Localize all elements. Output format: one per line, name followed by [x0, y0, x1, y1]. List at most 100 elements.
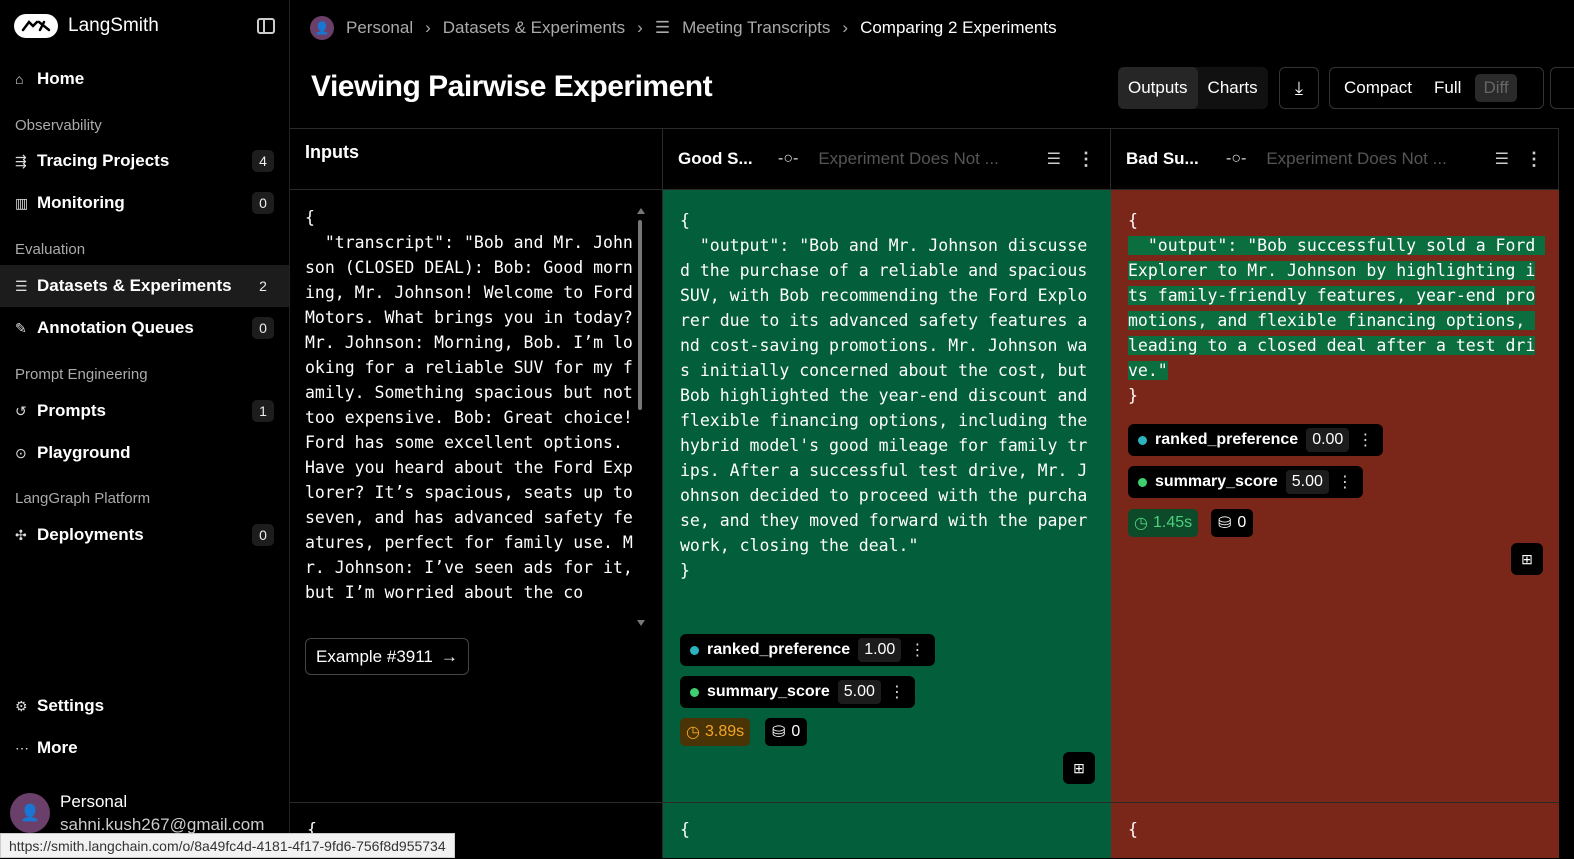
- compact-button[interactable]: Compact: [1336, 74, 1420, 102]
- outputs-tab[interactable]: Outputs: [1118, 67, 1198, 109]
- sidebar-item-settings[interactable]: ⚙ Settings: [0, 685, 289, 727]
- feedback-key: summary_score: [707, 683, 830, 700]
- logo-row: LangSmith: [0, 0, 289, 52]
- scrollbar[interactable]: [637, 208, 645, 628]
- more-vertical-icon[interactable]: ⋮: [889, 682, 905, 702]
- scroll-down-icon[interactable]: [637, 620, 645, 626]
- breadcrumb-personal[interactable]: Personal: [346, 18, 413, 38]
- gear-icon: ⚙: [15, 697, 28, 714]
- experiment-compare-select[interactable]: Experiment Does Not ...: [1266, 149, 1482, 169]
- close-brace: }: [1128, 386, 1138, 405]
- overflow-button[interactable]: [1550, 67, 1574, 109]
- sidebar-item-label: Tracing Projects: [37, 151, 170, 170]
- experiment-compare-select[interactable]: Experiment Does Not ...: [818, 149, 1034, 169]
- database-icon: ☰: [654, 18, 671, 37]
- inputs-cell: { "transcript": "Bob and Mr. Johnson (CL…: [290, 190, 663, 802]
- sidebar-item-prompts[interactable]: ↺ Prompts 1: [0, 390, 289, 432]
- play-icon: ⊙: [15, 444, 27, 461]
- sidebar-item-playground[interactable]: ⊙ Playground: [0, 432, 289, 474]
- sidebar-item-label: Datasets & Experiments: [37, 276, 232, 295]
- chevron-right-icon: ›: [842, 18, 849, 37]
- download-button[interactable]: ⤓: [1279, 67, 1319, 109]
- latency-badge: ◷ 3.89s: [680, 718, 751, 746]
- good-experiment-header: Good S... -○- Experiment Does Not ... ☰ …: [663, 128, 1111, 190]
- close-brace: }: [680, 561, 690, 580]
- display-mode-toggle: Compact Full Diff: [1329, 67, 1544, 109]
- sidebar-item-label: Settings: [37, 696, 105, 715]
- view-toggle: Outputs Charts: [1118, 67, 1268, 109]
- more-vertical-icon[interactable]: ⋮: [1357, 430, 1373, 450]
- status-dot-icon: [690, 645, 699, 655]
- feedback-chip-summary-score[interactable]: summary_score 5.00 ⋮: [680, 676, 915, 708]
- chevron-right-icon: ›: [637, 18, 643, 37]
- commit-icon[interactable]: -○-: [778, 150, 798, 168]
- database-icon: ☰: [15, 277, 28, 294]
- user-menu[interactable]: 👤 Personal sahni.kush267@gmail.com: [10, 790, 264, 836]
- langsmith-logo-icon[interactable]: [14, 14, 58, 38]
- status-bar-url: https://smith.langchain.com/o/8a49fc4d-4…: [0, 833, 455, 858]
- user-name: Personal: [60, 792, 128, 811]
- open-trace-button[interactable]: ⊞: [1511, 543, 1543, 575]
- sidebar-collapse-icon[interactable]: [257, 18, 275, 34]
- feedback-chip-summary-score[interactable]: summary_score 5.00 ⋮: [1128, 466, 1363, 498]
- feedback-chip-ranked-preference[interactable]: ranked_preference 1.00 ⋮: [680, 634, 936, 666]
- full-button[interactable]: Full: [1426, 74, 1469, 102]
- tokens-badge: ⛁ 0: [765, 718, 808, 746]
- feedback-chip-ranked-preference[interactable]: ranked_preference 0.00 ⋮: [1128, 424, 1384, 456]
- feedback-value: 5.00: [1285, 470, 1329, 494]
- example-link-button[interactable]: Example #3911 →: [305, 638, 469, 675]
- more-vertical-icon[interactable]: ⋮: [1525, 149, 1543, 170]
- sidebar-item-tracing-projects[interactable]: ⇶ Tracing Projects 4: [0, 140, 289, 182]
- open-brace: {: [1128, 820, 1138, 839]
- output-json[interactable]: { "output": "Bob successfully sold a For…: [1128, 208, 1546, 408]
- feedback-value: 0.00: [1306, 428, 1350, 452]
- next-row-good-cell: {: [663, 802, 1111, 858]
- filter-icon[interactable]: ☰: [1495, 149, 1509, 169]
- feedback-value: 1.00: [858, 638, 902, 662]
- avatar: 👤: [10, 793, 50, 833]
- experiment-name[interactable]: Good S...: [678, 149, 778, 169]
- monitoring-icon: ▥: [15, 194, 29, 211]
- more-vertical-icon[interactable]: ⋮: [1337, 472, 1353, 492]
- sidebar-item-more[interactable]: ⋯ More: [0, 727, 289, 769]
- experiment-name[interactable]: Bad Su...: [1126, 149, 1226, 169]
- diff-button[interactable]: Diff: [1475, 74, 1517, 102]
- section-evaluation: Evaluation: [15, 241, 86, 258]
- more-vertical-icon[interactable]: ⋮: [909, 640, 925, 660]
- open-brace: {: [680, 820, 690, 839]
- trace-icon: ⊞: [1073, 759, 1085, 776]
- chevron-right-icon: ›: [425, 18, 431, 37]
- charts-tab[interactable]: Charts: [1198, 67, 1268, 109]
- sidebar-item-home[interactable]: ⌂ Home: [0, 58, 289, 100]
- open-trace-button[interactable]: ⊞: [1063, 752, 1095, 784]
- open-brace: {: [1128, 211, 1138, 230]
- clock-icon: ◷: [1134, 515, 1148, 532]
- scroll-thumb[interactable]: [638, 220, 642, 410]
- output-text-diff: "output": "Bob successfully sold a Ford …: [1128, 236, 1546, 380]
- breadcrumb-datasets[interactable]: Datasets & Experiments: [443, 18, 625, 38]
- sidebar-item-monitoring[interactable]: ▥ Monitoring 0: [0, 182, 289, 224]
- commit-icon[interactable]: -○-: [1226, 150, 1246, 168]
- section-prompt-engineering: Prompt Engineering: [15, 366, 148, 383]
- workspace-avatar-icon: 👤: [310, 16, 334, 40]
- coins-icon: ⛁: [772, 724, 786, 741]
- sidebar-item-datasets-experiments[interactable]: ☰ Datasets & Experiments 2: [0, 265, 289, 307]
- count-badge: 2: [259, 278, 267, 294]
- scroll-up-icon[interactable]: [637, 208, 645, 214]
- sidebar-item-deployments[interactable]: ✣ Deployments 0: [0, 514, 289, 556]
- input-json[interactable]: { "transcript": "Bob and Mr. Johnson (CL…: [305, 205, 635, 630]
- count-badge: 4: [252, 150, 274, 172]
- latency-value: 3.89s: [704, 723, 745, 740]
- tokens-badge: ⛁ 0: [1211, 509, 1254, 537]
- breadcrumb-dataset[interactable]: Meeting Transcripts: [682, 18, 830, 38]
- arrow-right-icon: →: [440, 646, 458, 666]
- filter-icon[interactable]: ☰: [1047, 149, 1061, 169]
- sidebar-item-label: Deployments: [37, 525, 144, 544]
- more-vertical-icon[interactable]: ⋮: [1077, 149, 1095, 170]
- output-json[interactable]: { "output": "Bob and Mr. Johnson discuss…: [680, 208, 1092, 583]
- sidebar-item-label: Prompts: [37, 401, 106, 420]
- section-langgraph-platform: LangGraph Platform: [15, 490, 151, 507]
- bad-experiment-header: Bad Su... -○- Experiment Does Not ... ☰ …: [1111, 128, 1559, 190]
- sidebar: LangSmith ⌂ Home Observability ⇶ Tracing…: [0, 0, 290, 858]
- sidebar-item-annotation-queues[interactable]: ✎ Annotation Queues 0: [0, 307, 289, 349]
